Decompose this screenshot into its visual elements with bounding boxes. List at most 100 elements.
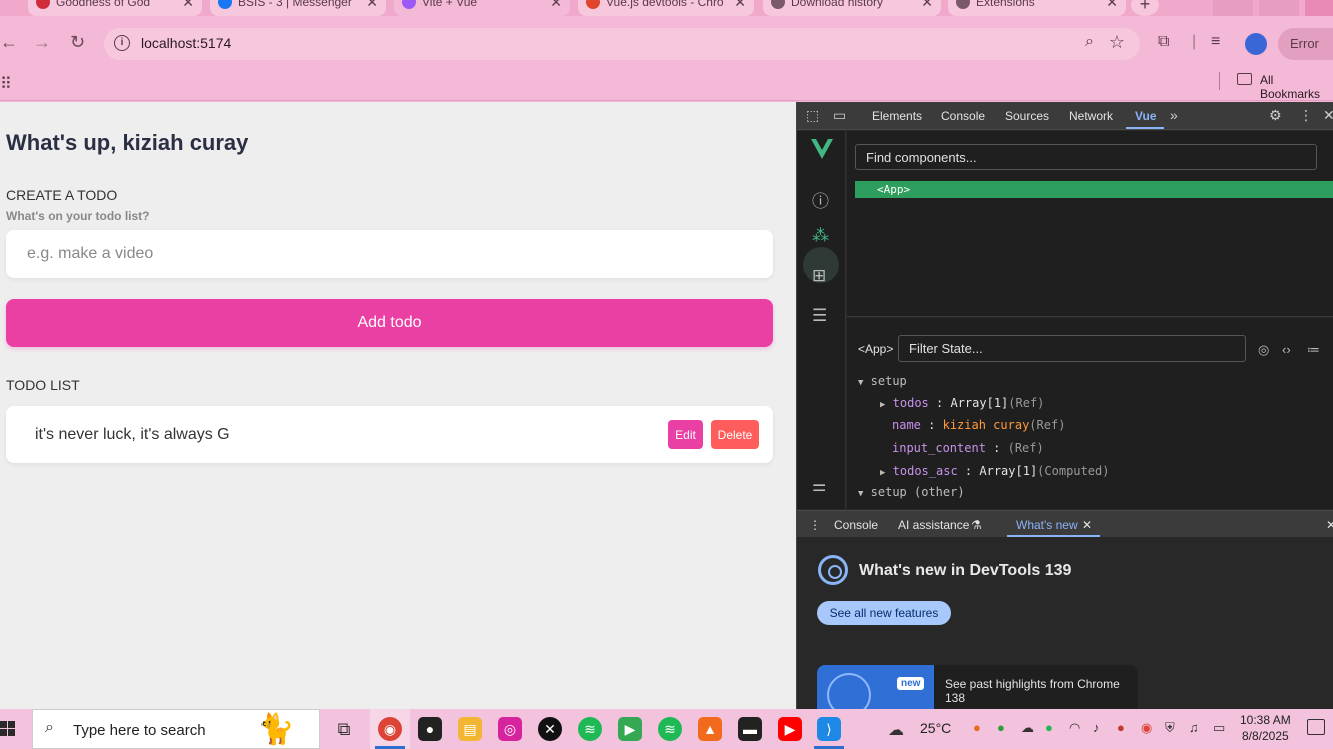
volume-icon[interactable]: ♪ [1093,720,1100,735]
speaker-icon[interactable]: ♫ [1189,720,1199,735]
component-tree-row[interactable]: <App> [855,181,1333,198]
taskbar-clock[interactable]: 10:38 AM 8/8/2025 [1240,712,1291,744]
highlight-text[interactable]: See past highlights from Chrome 138 [945,677,1138,705]
minimize-button[interactable] [1213,0,1253,16]
instagram-app-icon[interactable]: ◎ [498,717,522,741]
find-components-input[interactable] [855,144,1317,170]
notification-center-icon[interactable] [1307,719,1325,735]
device-toolbar-icon[interactable]: ▭ [833,107,846,124]
close-tab-icon[interactable]: ✕ [734,0,746,16]
browser-tab[interactable]: Extensions ✕ [948,0,1126,16]
all-bookmarks-link[interactable]: All Bookmarks [1260,73,1333,101]
x-app-icon[interactable]: ✕ [538,717,562,741]
state-section-setup[interactable]: ▼ setup [858,374,907,388]
site-info-icon[interactable]: i [114,35,130,51]
components-icon[interactable]: ⁂ [812,226,829,246]
forward-icon[interactable]: → [33,32,51,53]
tray-cloud-icon[interactable]: ☁ [1021,720,1034,736]
weather-temp[interactable]: 25°C [920,720,951,736]
highlight-card[interactable]: new See past highlights from Chrome 138 [817,665,1138,713]
state-section-setup-other[interactable]: ▼ setup (other) [858,485,965,499]
close-tab-icon[interactable]: ✕ [1106,0,1118,16]
software-app-icon[interactable]: ▲ [698,717,722,741]
close-tab-icon[interactable]: ✕ [921,0,933,16]
play-store-icon[interactable]: ▶ [618,717,642,741]
scroll-to-component-icon[interactable]: ◎ [1258,342,1269,358]
browser-tab[interactable]: Vue.js devtools - Chro ✕ [578,0,754,16]
shield-icon[interactable]: ⛨ [1165,720,1175,736]
url-text[interactable]: localhost:5174 [141,35,231,51]
task-view-icon[interactable]: ⧉ [332,717,356,741]
browser-tab-active[interactable]: Vite + Vue ✕ [394,0,570,16]
settings-gear-icon[interactable]: ⚙ [1269,107,1282,124]
file-explorer-icon[interactable]: ▤ [458,717,482,741]
extensions-icon[interactable]: ⧉ [1158,33,1169,51]
add-todo-button[interactable]: Add todo [6,299,773,347]
inspect-element-icon[interactable]: ⬚ [806,107,819,124]
tray-app-icon[interactable]: ● [997,720,1005,735]
close-tab-icon[interactable]: ✕ [550,0,562,16]
state-row[interactable]: input_content : (Ref) [892,441,1044,455]
spotify-app-icon-2[interactable]: ≋ [658,717,682,741]
spotify-app-icon[interactable]: ≋ [578,717,602,741]
see-all-features-button[interactable]: See all new features [817,601,951,625]
tray-spotify-icon[interactable]: ● [1045,720,1053,735]
drawer-menu-icon[interactable]: ⋮ [809,518,821,532]
wifi-icon[interactable]: ◠ [1069,720,1080,736]
render-code-icon[interactable]: ≔ [1307,342,1320,358]
state-value[interactable]: kiziah curay [943,418,1030,432]
github-app-icon[interactable]: ● [418,717,442,741]
zoom-icon[interactable]: ⌕ [1085,33,1094,51]
back-icon[interactable]: ← [0,32,18,53]
vscode-app-icon[interactable]: ⟩ [817,717,841,741]
terminal-app-icon[interactable]: ▬ [738,717,762,741]
routes-tree-icon[interactable]: ⊞ [812,266,826,286]
reload-icon[interactable]: ↻ [70,32,85,53]
todo-input[interactable] [6,230,773,278]
new-tab-button[interactable]: + [1131,0,1159,16]
tab-console[interactable]: Console [941,109,985,123]
close-window-button[interactable] [1305,0,1333,16]
browser-tab[interactable]: BSIS - 3 | Messenger ✕ [210,0,386,16]
browser-tab[interactable]: Goodness of God ✕ [28,0,202,16]
media-controls-icon[interactable]: ≡ [1211,33,1220,51]
more-tabs-icon[interactable]: » [1170,107,1178,123]
chrome-app-icon[interactable]: ◉ [378,717,402,741]
close-devtools-icon[interactable]: ✕ [1323,107,1333,124]
tray-app-icon[interactable]: ● [973,720,981,735]
profile-avatar[interactable] [1245,33,1267,55]
state-row[interactable]: ▶ todos : Array[1](Ref) [880,396,1044,410]
filter-state-input[interactable] [898,335,1246,362]
tab-network[interactable]: Network [1069,109,1113,123]
close-tab-icon[interactable]: ✕ [366,0,378,16]
delete-button[interactable]: Delete [711,420,759,449]
drawer-tab-ai-assistance[interactable]: AI assistance [898,518,969,532]
browser-tab[interactable]: Download history ✕ [763,0,941,16]
maximize-button[interactable] [1259,0,1299,16]
youtube-app-icon[interactable]: ▶ [778,717,802,741]
info-icon[interactable]: ⓘ [812,187,829,212]
drawer-tab-console[interactable]: Console [834,518,878,532]
taskbar-search[interactable]: ⌕ Type here to search 🐈 [32,709,320,749]
tab-elements[interactable]: Elements [872,109,922,123]
battery-icon[interactable]: ▭ [1213,720,1225,736]
windows-start-icon[interactable] [0,721,16,737]
tray-chrome-icon[interactable]: ◉ [1141,720,1152,736]
tray-app-icon[interactable]: ● [1117,720,1125,735]
timeline-icon[interactable]: ☰ [812,306,827,326]
close-tab-icon[interactable]: ✕ [1082,518,1092,532]
drawer-tab-whats-new[interactable]: What's new [1016,518,1078,532]
close-tab-icon[interactable]: ✕ [182,0,194,16]
tab-vue[interactable]: Vue [1135,109,1157,123]
state-row[interactable]: name : kiziah curay(Ref) [892,418,1065,432]
bookmark-star-icon[interactable]: ☆ [1109,32,1125,53]
tab-sources[interactable]: Sources [1005,109,1049,123]
close-drawer-icon[interactable]: ✕ [1326,518,1333,532]
address-bar[interactable]: i localhost:5174 ⌕ ☆ [104,28,1140,60]
edit-button[interactable]: Edit [668,420,703,449]
state-row[interactable]: ▶ todos_asc : Array[1](Computed) [880,464,1109,478]
apps-grid-icon[interactable]: ⠿ [0,74,12,94]
sliders-icon[interactable]: ⚌ [812,476,826,496]
todo-content[interactable]: it's never luck, it's always G [35,426,230,444]
code-icon[interactable]: ‹› [1282,342,1291,357]
